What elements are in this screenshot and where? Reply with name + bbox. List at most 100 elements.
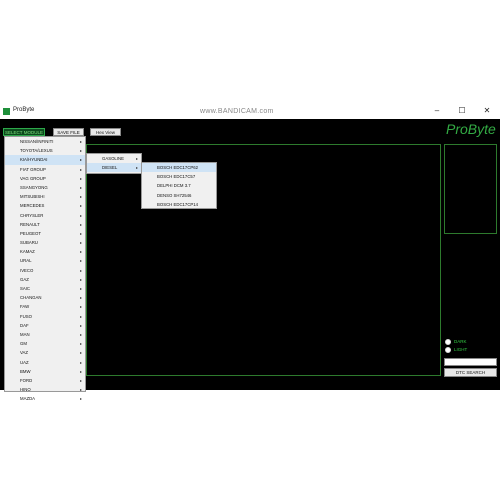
manufacturer-item[interactable]: MERCEDES ▸ — [5, 201, 85, 210]
manufacturer-item-label: TOYOTA/LEXUS — [20, 148, 53, 154]
close-icon[interactable]: ✕ — [480, 106, 494, 116]
manufacturer-item[interactable]: SAIC ▸ — [5, 284, 85, 293]
manufacturer-item-label: CHANGAN — [20, 295, 42, 301]
save-file-button[interactable]: SAVE FILE — [53, 128, 84, 136]
manufacturer-item-label: BMW — [20, 368, 31, 374]
ecu-item[interactable]: DELPHI DCM 3.7 — [142, 181, 216, 190]
ecu-item-label: BOSCH EDC17CP14 — [157, 201, 199, 207]
manufacturer-item[interactable]: FUSO ▸ — [5, 312, 85, 321]
chevron-right-icon: ▸ — [79, 139, 82, 144]
chevron-right-icon: ▸ — [135, 165, 138, 171]
ecu-item[interactable]: DENSO SH72546 — [142, 191, 216, 200]
theme-dark-option[interactable]: DARK — [445, 338, 467, 346]
dtc-search-input[interactable] — [444, 358, 497, 366]
manufacturer-item[interactable]: NISSAN/INFINITI ▸ — [5, 137, 85, 146]
manufacturer-item[interactable]: UAZ ▸ — [5, 358, 85, 367]
manufacturer-item-label: NISSAN/INFINITI — [20, 139, 54, 144]
manufacturer-item-label: SUBARU — [20, 240, 38, 246]
chevron-right-icon: ▸ — [79, 203, 82, 209]
radio-light-icon[interactable] — [445, 346, 451, 353]
chevron-right-icon: ▸ — [79, 221, 82, 227]
fuel-item[interactable]: GASOLINE ▸ — [87, 154, 141, 163]
fuel-item-label: GASOLINE — [102, 156, 124, 161]
manufacturer-item[interactable]: DAF ▸ — [5, 321, 85, 330]
manufacturer-item[interactable]: FAW ▸ — [5, 302, 85, 311]
manufacturer-item-label: MAN — [20, 331, 30, 337]
manufacturer-item-label: DAF — [20, 322, 29, 328]
manufacturer-item-label: GAZ — [20, 276, 29, 282]
main-panel — [86, 144, 441, 376]
manufacturer-item[interactable]: TOYOTA/LEXUS ▸ — [5, 146, 85, 155]
chevron-right-icon: ▸ — [79, 331, 82, 337]
chevron-right-icon: ▸ — [79, 166, 82, 172]
manufacturer-item[interactable]: HINO ▸ — [5, 385, 85, 394]
maximize-icon[interactable]: ☐ — [455, 106, 469, 116]
manufacturer-item-label: RENAULT — [20, 221, 40, 227]
ecu-item-label: DELPHI DCM 3.7 — [157, 183, 191, 189]
chevron-right-icon: ▸ — [135, 156, 138, 161]
manufacturer-item-label: VAG GROUP — [20, 175, 46, 181]
manufacturer-item[interactable]: SUBARU ▸ — [5, 238, 85, 247]
minimize-icon[interactable]: – — [430, 106, 444, 116]
manufacturer-item[interactable]: FIAT GROUP ▸ — [5, 165, 85, 174]
manufacturer-item-label: VAZ — [20, 350, 29, 356]
manufacturer-menu: NISSAN/INFINITI ▸ TOYOTA/LEXUS ▸ KIA/HYUNDAI… — [4, 136, 86, 401]
manufacturer-item-label: FUSO — [20, 313, 32, 319]
dtc-search-button[interactable]: DTC SEARCH — [444, 368, 497, 377]
manufacturer-item-label: GM — [20, 341, 27, 347]
manufacturer-item[interactable]: MITSUBISHI ▸ — [5, 192, 85, 201]
chevron-right-icon: ▸ — [79, 286, 82, 291]
manufacturer-item[interactable]: MAN ▸ — [5, 330, 85, 339]
chevron-right-icon: ▸ — [79, 304, 82, 310]
preview-panel — [444, 144, 497, 234]
chevron-right-icon: ▸ — [79, 313, 82, 319]
fuel-menu: GASOLINE ▸ DIESEL ▸ — [86, 153, 142, 174]
ecu-item[interactable]: BOSCH EDC17C57 — [142, 172, 216, 181]
chevron-right-icon: ▸ — [79, 341, 82, 347]
manufacturer-item-label: FAW — [20, 304, 30, 310]
chevron-right-icon: ▸ — [79, 240, 82, 246]
manufacturer-item[interactable]: CHANGAN ▸ — [5, 293, 85, 302]
theme-light-option[interactable]: LIGHT — [445, 346, 467, 354]
manufacturer-item[interactable]: GAZ ▸ — [5, 275, 85, 284]
manufacturer-item[interactable]: RENAULT ▸ — [5, 220, 85, 229]
manufacturer-item-label: PEUGEOT — [20, 230, 42, 236]
manufacturer-item-label: KIA/HYUNDAI — [20, 157, 48, 163]
manufacturer-item[interactable]: PEUGEOT ▸ — [5, 229, 85, 238]
app-icon — [3, 108, 10, 115]
select-module-button[interactable]: SELECT MODULE — [3, 128, 45, 136]
ecu-menu: BOSCH EDC17CP62 BOSCH EDC17C57 DELPHI DCM … — [141, 162, 217, 209]
manufacturer-item-label: KAMAZ — [20, 249, 35, 255]
chevron-right-icon: ▸ — [79, 377, 82, 383]
manufacturer-item-label: MAZDA — [20, 396, 36, 402]
manufacturer-item[interactable]: URAL ▸ — [5, 256, 85, 265]
manufacturer-item-label: FORD — [20, 377, 33, 383]
manufacturer-item[interactable]: SSANGYONG ▸ — [5, 183, 85, 192]
chevron-right-icon: ▸ — [79, 175, 82, 181]
manufacturer-item[interactable]: FORD ▸ — [5, 376, 85, 385]
manufacturer-item[interactable]: GM ▸ — [5, 339, 85, 348]
manufacturer-item[interactable]: IVECO ▸ — [5, 266, 85, 275]
fuel-item-label: DIESEL — [102, 165, 118, 171]
radio-dark-icon[interactable] — [445, 338, 451, 345]
manufacturer-item[interactable]: VAZ ▸ — [5, 348, 85, 357]
manufacturer-item[interactable]: KAMAZ ▸ — [5, 247, 85, 256]
ecu-item[interactable]: BOSCH EDC17CP14 — [142, 200, 216, 209]
chevron-right-icon: ▸ — [79, 387, 82, 393]
manufacturer-item[interactable]: BMW ▸ — [5, 367, 85, 376]
hex-view-button[interactable]: Hex View — [90, 128, 121, 136]
manufacturer-item[interactable]: KIA/HYUNDAI ▸ — [5, 155, 85, 165]
fuel-item[interactable]: DIESEL ▸ — [87, 163, 141, 173]
manufacturer-item[interactable]: VAG GROUP ▸ — [5, 174, 85, 183]
chevron-right-icon: ▸ — [79, 276, 82, 282]
manufacturer-item[interactable]: MAZDA ▸ — [5, 394, 85, 403]
manufacturer-item-label: URAL — [20, 258, 32, 264]
chevron-right-icon: ▸ — [79, 230, 82, 236]
manufacturer-item-label: IVECO — [20, 267, 34, 273]
manufacturer-item-label: MERCEDES — [20, 203, 45, 209]
chevron-right-icon: ▸ — [79, 194, 82, 200]
manufacturer-item-label: SSANGYONG — [20, 184, 48, 190]
chevron-right-icon: ▸ — [79, 258, 82, 264]
ecu-item[interactable]: BOSCH EDC17CP62 — [142, 163, 216, 173]
manufacturer-item[interactable]: CHRYSLER ▸ — [5, 211, 85, 220]
